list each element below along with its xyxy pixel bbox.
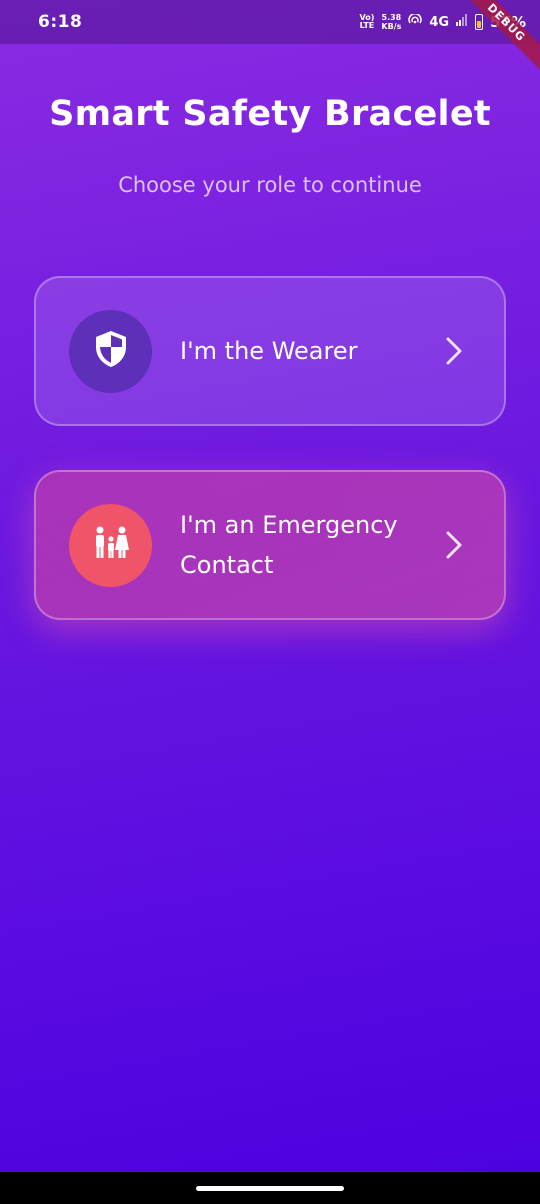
page-title: Smart Safety Bracelet <box>49 94 491 134</box>
wearer-role-label: I'm the Wearer <box>180 337 358 365</box>
battery-icon <box>475 14 484 30</box>
volte-indicator: Vo) LTE <box>359 13 375 30</box>
page-subtitle: Choose your role to continue <box>118 173 422 197</box>
status-bar: 6:18 Vo) LTE 5.38 KB/s 4G <box>0 0 540 44</box>
emergency-contact-role-card[interactable]: I'm an Emergency Contact <box>34 470 506 620</box>
home-indicator[interactable] <box>196 1186 344 1191</box>
shield-icon <box>94 330 128 372</box>
family-icon <box>92 526 130 564</box>
wearer-role-card[interactable]: I'm the Wearer <box>34 276 506 426</box>
role-selection-screen: 6:18 Vo) LTE 5.38 KB/s 4G DEBUG Smart Sa… <box>0 0 540 1204</box>
contact-icon-circle <box>69 503 152 587</box>
chevron-right-icon <box>442 334 466 368</box>
network-type: 4G <box>429 14 450 30</box>
battery-fill <box>477 21 482 28</box>
wearer-icon-circle <box>69 309 152 393</box>
navigation-bar <box>0 1172 540 1204</box>
network-speed: 5.38 KB/s <box>381 13 402 31</box>
hotspot-icon <box>408 13 423 30</box>
emergency-contact-role-label: I'm an Emergency Contact <box>180 511 398 579</box>
signal-icon <box>456 14 468 30</box>
chevron-right-icon <box>442 528 466 562</box>
status-time: 6:18 <box>38 12 83 32</box>
